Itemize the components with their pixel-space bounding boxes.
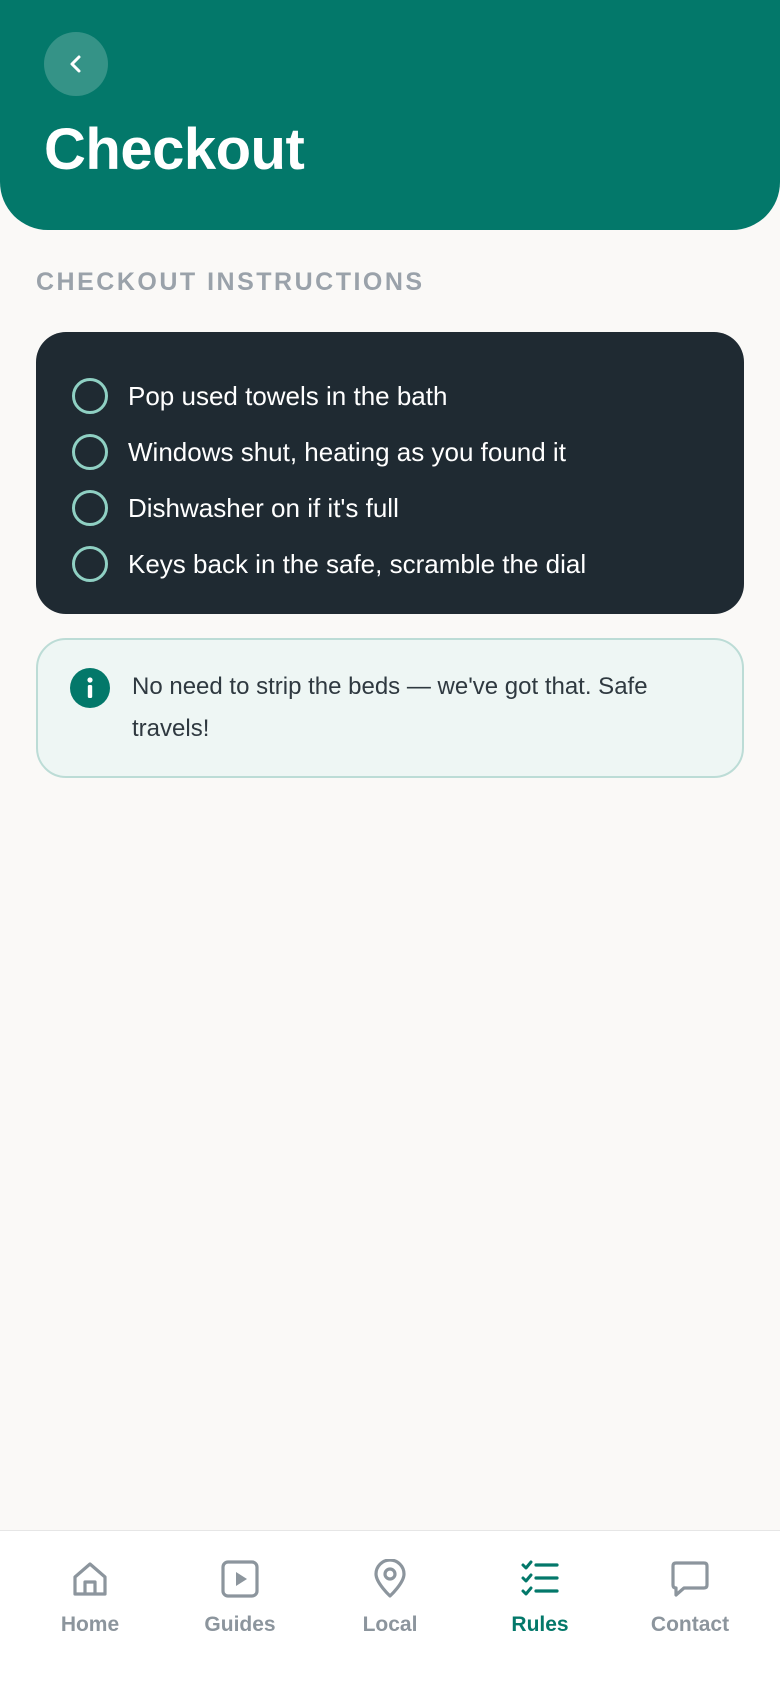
section-label: CHECKOUT INSTRUCTIONS [36, 268, 425, 296]
bottom-tab-bar: Home Guides Local Rules Contact [0, 1530, 780, 1688]
chat-icon [670, 1557, 710, 1601]
home-icon [70, 1557, 110, 1601]
tab-label: Home [60, 1613, 120, 1636]
header: Checkout [0, 0, 780, 230]
tab-label: Local [362, 1613, 418, 1636]
tab-contact[interactable]: Contact [615, 1531, 765, 1688]
play-icon [220, 1557, 260, 1601]
checklist-item-label: Keys back in the safe, scramble the dial [128, 548, 587, 579]
checkbox-circle-icon[interactable] [72, 546, 108, 582]
tab-guides[interactable]: Guides [165, 1531, 315, 1688]
checklist-item-label: Pop used towels in the bath [128, 380, 448, 411]
info-notice: No need to strip the beds — we've got th… [36, 638, 744, 778]
tab-rules[interactable]: Rules [465, 1531, 615, 1688]
chevron-left-icon [70, 55, 81, 73]
back-button[interactable] [44, 32, 108, 96]
checklist-item[interactable]: Windows shut, heating as you found it [72, 424, 744, 480]
map-pin-icon [370, 1557, 410, 1601]
tab-label: Rules [511, 1613, 569, 1636]
checkbox-circle-icon[interactable] [72, 490, 108, 526]
checklist-item-label: Dishwasher on if it's full [128, 492, 399, 523]
tab-label: Guides [204, 1613, 276, 1636]
checkout-checklist: Pop used towels in the bath Windows shut… [36, 332, 744, 614]
page-title: Checkout [44, 117, 305, 182]
checkbox-circle-icon[interactable] [72, 434, 108, 470]
checklist-item[interactable]: Dishwasher on if it's full [72, 480, 744, 536]
checklist-item[interactable]: Pop used towels in the bath [72, 368, 744, 424]
checklist-item-label: Windows shut, heating as you found it [128, 436, 566, 467]
checklist-icon [520, 1557, 560, 1601]
tab-local[interactable]: Local [315, 1531, 465, 1688]
tab-home[interactable]: Home [15, 1531, 165, 1688]
checklist-item[interactable]: Keys back in the safe, scramble the dial [72, 536, 744, 592]
info-icon [70, 668, 110, 708]
info-text: No need to strip the beds — we've got th… [132, 673, 648, 742]
checkbox-circle-icon[interactable] [72, 378, 108, 414]
tab-label: Contact [650, 1613, 730, 1636]
